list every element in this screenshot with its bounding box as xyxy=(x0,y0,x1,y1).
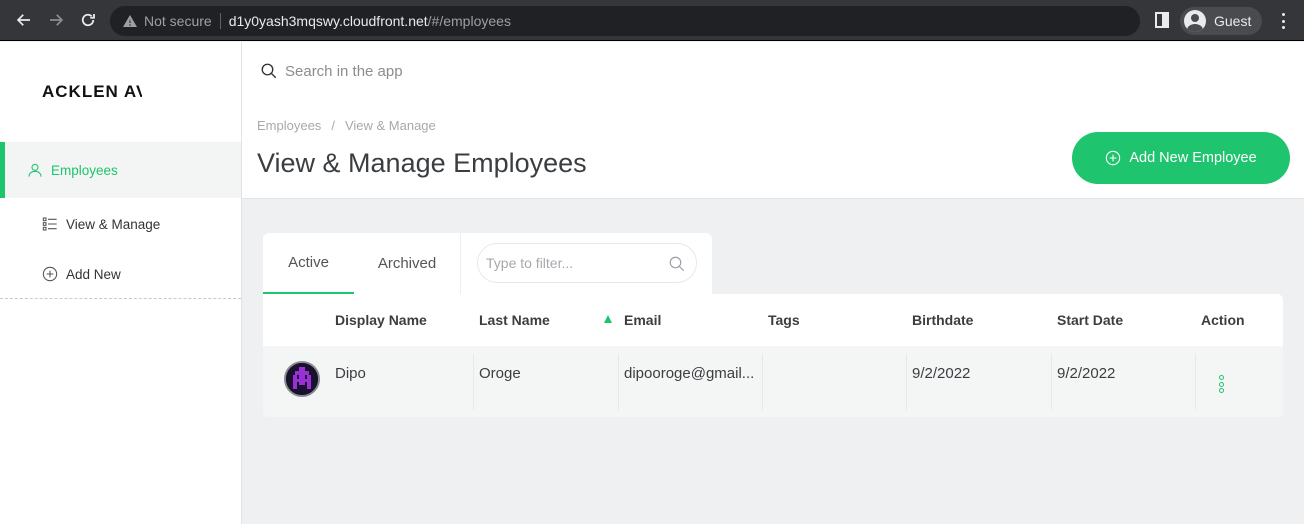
cell-email: dipooroge@gmail... xyxy=(624,365,755,382)
column-header-tags[interactable]: Tags xyxy=(768,312,800,328)
column-divider xyxy=(473,354,474,410)
profile-button[interactable]: Guest xyxy=(1180,7,1262,35)
column-header-last-name[interactable]: Last Name xyxy=(479,312,550,328)
add-new-employee-button[interactable]: Add New Employee xyxy=(1072,132,1290,184)
tab-archived[interactable]: Archived xyxy=(363,233,451,294)
list-icon xyxy=(42,216,58,232)
column-header-display-name[interactable]: Display Name xyxy=(335,312,427,328)
forward-arrow-icon[interactable] xyxy=(44,8,68,32)
sidebar: ACKLEN AVENUE Employees View & Manage Ad… xyxy=(0,42,242,524)
breadcrumb-separator: / xyxy=(331,118,335,133)
row-actions-menu-icon[interactable] xyxy=(1218,375,1224,393)
plus-circle-icon xyxy=(1105,150,1121,166)
employees-table: Display Name Last Name Email Tags Birthd… xyxy=(263,294,1283,417)
sidebar-item-view-manage[interactable]: View & Manage xyxy=(42,214,160,234)
column-divider xyxy=(618,354,619,410)
cell-birthdate: 9/2/2022 xyxy=(912,365,971,382)
status-tabs: Active Archived xyxy=(263,233,712,294)
filter-field[interactable] xyxy=(477,243,697,283)
search-icon xyxy=(260,62,278,80)
url-text: d1y0yash3mqswy.cloudfront.net/#/employee… xyxy=(229,13,511,29)
back-arrow-icon[interactable] xyxy=(12,8,36,32)
column-header-start-date[interactable]: Start Date xyxy=(1057,312,1123,328)
tabs-divider xyxy=(460,233,461,294)
search-input[interactable]: Search in the app xyxy=(285,63,403,80)
breadcrumb-item-view-manage[interactable]: View & Manage xyxy=(345,118,436,133)
profile-label: Guest xyxy=(1214,13,1252,29)
sidebar-item-add-new[interactable]: Add New xyxy=(42,264,121,284)
column-divider xyxy=(762,354,763,410)
tab-active[interactable]: Active xyxy=(263,233,354,294)
page-header: Search in the app Employees / View & Manag… xyxy=(242,42,1304,199)
breadcrumb-item-employees[interactable]: Employees xyxy=(257,118,321,133)
browser-toolbar: Not secure d1y0yash3mqswy.cloudfront.net… xyxy=(0,0,1304,41)
column-divider xyxy=(1051,354,1052,410)
table-row[interactable]: Dipo Oroge dipooroge@gmail... 9/2/2022 9… xyxy=(263,346,1283,417)
column-header-action: Action xyxy=(1201,312,1245,328)
page-title: View & Manage Employees xyxy=(257,148,587,178)
sort-ascending-icon[interactable] xyxy=(604,315,612,323)
address-bar[interactable]: Not secure d1y0yash3mqswy.cloudfront.net… xyxy=(110,6,1140,36)
table-header: Display Name Last Name Email Tags Birthd… xyxy=(263,294,1283,346)
logo: ACKLEN AVENUE xyxy=(42,82,142,101)
cell-display-name: Dipo xyxy=(335,365,366,382)
side-panel-icon[interactable] xyxy=(1155,12,1169,28)
reload-icon[interactable] xyxy=(76,8,100,32)
url-host: d1y0yash3mqswy.cloudfront.net xyxy=(228,13,428,29)
warning-triangle-icon[interactable] xyxy=(122,13,138,29)
sidebar-item-label: Employees xyxy=(51,162,118,178)
sidebar-item-employees[interactable]: Employees xyxy=(0,142,241,198)
column-divider xyxy=(1195,354,1196,410)
column-header-birthdate[interactable]: Birthdate xyxy=(912,312,973,328)
search-icon[interactable] xyxy=(668,255,686,273)
url-path: /#/employees xyxy=(427,13,511,29)
column-divider xyxy=(906,354,907,410)
security-label: Not secure xyxy=(144,13,212,29)
user-icon xyxy=(27,162,43,178)
breadcrumb: Employees / View & Manage xyxy=(257,118,436,133)
omnibox-divider xyxy=(219,13,221,29)
sidebar-item-label: View & Manage xyxy=(66,216,161,232)
sidebar-divider xyxy=(0,298,241,299)
column-header-email[interactable]: Email xyxy=(624,312,661,328)
cell-start-date: 9/2/2022 xyxy=(1057,365,1116,382)
add-new-employee-label: Add New Employee xyxy=(1129,150,1257,166)
profile-avatar-icon xyxy=(1184,10,1206,32)
filter-input[interactable] xyxy=(486,255,656,271)
browser-menu-icon[interactable] xyxy=(1276,12,1290,30)
plus-circle-icon xyxy=(42,266,58,282)
sidebar-item-label: Add New xyxy=(66,266,121,282)
avatar xyxy=(284,361,320,397)
app-search[interactable]: Search in the app xyxy=(260,59,1020,83)
cell-last-name: Oroge xyxy=(479,365,521,382)
